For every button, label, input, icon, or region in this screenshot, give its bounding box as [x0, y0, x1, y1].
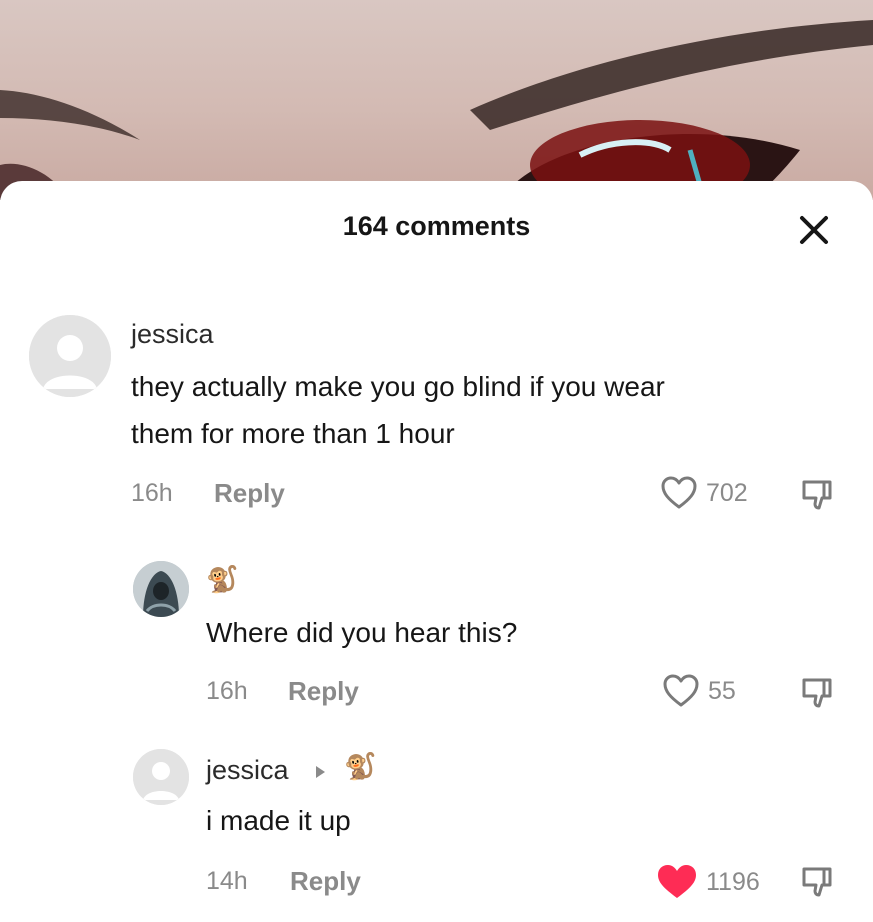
- video-frame: [0, 0, 873, 200]
- dislike-icon: [802, 867, 832, 897]
- comment-text: they actually make you go blind if you w…: [131, 363, 665, 457]
- hooded-figure-avatar-icon: [133, 561, 189, 617]
- comments-count-title: 164 comments: [342, 211, 531, 241]
- like-button[interactable]: 1196: [656, 863, 760, 901]
- heart-icon: [663, 674, 699, 707]
- comment-text: Where did you hear this?: [206, 617, 518, 648]
- comments-sheet: 164 comments jessica they actually make …: [0, 181, 873, 922]
- reply-to-arrow-icon: [314, 765, 326, 784]
- like-count: 1196: [706, 867, 760, 896]
- heart-filled-icon: [658, 865, 696, 898]
- comment-username[interactable]: jessica: [206, 755, 289, 786]
- dislike-button[interactable]: [800, 674, 836, 715]
- heart-icon: [661, 476, 697, 509]
- default-avatar-icon: [29, 315, 111, 397]
- video-eyes-image: [0, 20, 873, 200]
- avatar[interactable]: [29, 315, 111, 397]
- comment-text-line: they actually make you go blind if you w…: [131, 371, 665, 402]
- comment-timestamp: 16h: [131, 479, 173, 507]
- dislike-icon: [802, 480, 832, 510]
- dislike-button[interactable]: [800, 476, 836, 517]
- dislike-button[interactable]: [800, 863, 836, 904]
- like-button[interactable]: 702: [660, 475, 748, 511]
- dislike-icon: [802, 678, 832, 708]
- reply-to-username-emoji[interactable]: 🐒: [344, 751, 376, 782]
- reply-button[interactable]: Reply: [214, 478, 285, 509]
- avatar[interactable]: [133, 749, 189, 805]
- username-emoji[interactable]: 🐒: [206, 564, 238, 595]
- reply-button[interactable]: Reply: [288, 676, 359, 707]
- reply-button[interactable]: Reply: [290, 866, 361, 897]
- comment-username[interactable]: jessica: [131, 319, 214, 350]
- default-avatar-icon: [133, 749, 189, 805]
- comment-text-line: them for more than 1 hour: [131, 418, 455, 449]
- like-count: 55: [708, 676, 736, 705]
- comment-timestamp: 14h: [206, 867, 248, 895]
- close-icon: [800, 216, 828, 244]
- avatar[interactable]: [133, 561, 189, 617]
- like-button[interactable]: 55: [662, 673, 736, 709]
- comment-timestamp: 16h: [206, 677, 248, 705]
- close-button[interactable]: [797, 213, 831, 247]
- comment-text: i made it up: [206, 805, 351, 836]
- like-count: 702: [706, 478, 748, 507]
